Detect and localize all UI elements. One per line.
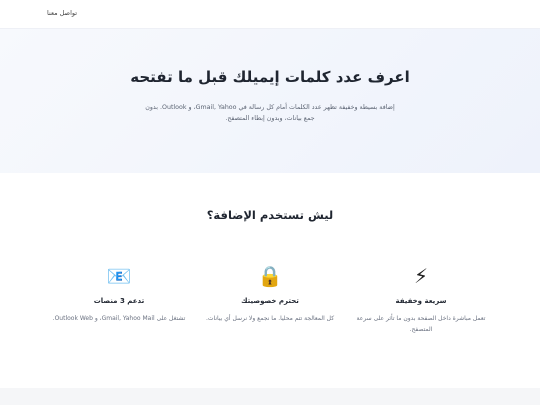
feature-text: تعمل مباشرة داخل الصفحة بدون ما تأثر على…: [356, 315, 486, 333]
feature-title: تدعم 3 منصات: [93, 297, 145, 305]
hero-title: اعرف عدد كلمات إيميلك قبل ما تفتحه: [130, 68, 410, 86]
features-heading: ليش تستخدم الإضافة؟: [206, 208, 334, 222]
feature-card-privacy: 🔒 تحترم خصوصيتك كل المعالجة تتم محليا. م…: [201, 261, 339, 335]
features-section: ليش تستخدم الإضافة؟ ⚡ سريعة وخفيفة تعمل …: [0, 173, 540, 389]
lightning-icon: ⚡: [413, 264, 429, 288]
hero-description: إضافة بسيطة وخفيفة تظهر عدد الكلمات أمام…: [145, 104, 395, 122]
feature-cards: ⚡ سريعة وخفيفة تعمل مباشرة داخل الصفحة ب…: [50, 261, 490, 335]
hero-section: اعرف عدد كلمات إيميلك قبل ما تفتحه إضافة…: [0, 29, 540, 173]
footer: [0, 388, 540, 405]
lock-icon: 🔒: [257, 264, 283, 288]
feature-title: تحترم خصوصيتك: [241, 297, 299, 305]
feature-text: كل المعالجة تتم محليا. ما نجمع ولا نرسل …: [205, 315, 335, 322]
feature-card-fast: ⚡ سريعة وخفيفة تعمل مباشرة داخل الصفحة ب…: [352, 261, 490, 335]
email-icon: 📧: [106, 264, 132, 288]
feature-card-platforms: 📧 تدعم 3 منصات تشتغل على Gmail, Yahoo Ma…: [50, 261, 188, 335]
contact-us-link[interactable]: تواصل معنا: [47, 9, 77, 17]
top-navbar: تواصل معنا: [0, 0, 540, 29]
feature-text: تشتغل على Gmail, Yahoo Mail، و Outlook W…: [52, 315, 186, 322]
feature-title: سريعة وخفيفة: [395, 297, 447, 305]
